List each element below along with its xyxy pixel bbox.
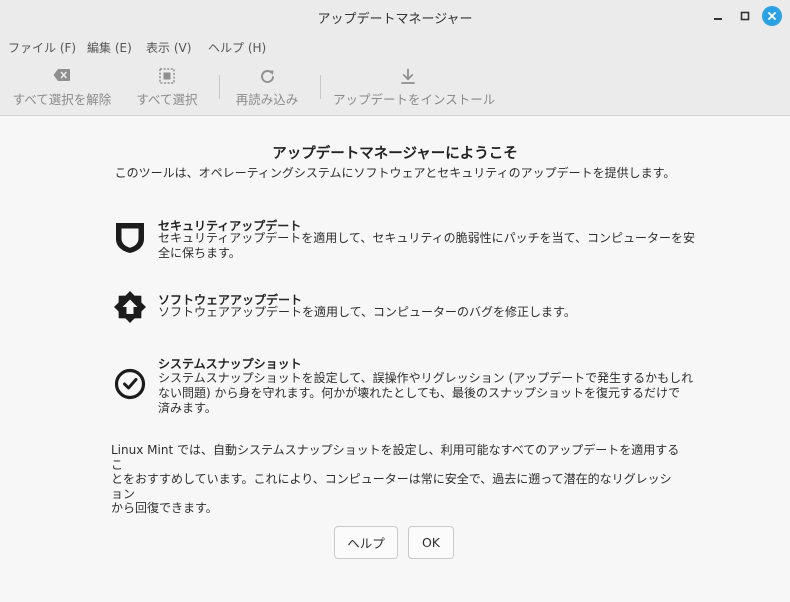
menu-edit[interactable]: 編集 (E) (87, 39, 132, 56)
menu-help[interactable]: ヘルプ (H) (208, 39, 266, 56)
menu-file[interactable]: ファイル (F) (8, 39, 76, 56)
security-updates-description: セキュリティアップデートを適用して、セキュリティの脆弱性にパッチを当て、コンピュ… (158, 231, 698, 261)
ok-button[interactable]: OK (408, 526, 454, 559)
description-line: ない問題) から身を守れます。何かが壊れたとしても、最後のスナップショットを復元… (158, 386, 680, 400)
close-icon (768, 12, 776, 20)
description-line: ソフトウェアアップデートを適用して、コンピューターのバグを修正します。 (158, 305, 576, 319)
snapshots-title: システムスナップショット (158, 357, 302, 371)
refresh-label: 再読み込み (235, 92, 299, 107)
clock-icon (113, 367, 147, 401)
toolbar-separator (320, 75, 321, 99)
description-line: システムスナップショットを設定して、誤操作やリグレッション (アップデートで発生… (158, 371, 694, 385)
title-bar: アップデートマネージャー (0, 0, 790, 32)
maximize-button[interactable] (735, 6, 755, 26)
window-header: アップデートマネージャー ファイル (F) 編集 (E) 表示 (V) ヘルプ … (0, 0, 790, 116)
snapshots-description: システムスナップショットを設定して、誤操作やリグレッション (アップデートで発生… (158, 371, 698, 416)
maximize-icon (740, 11, 750, 21)
minimize-button[interactable] (708, 6, 728, 26)
clear-selection-label: すべて選択を解除 (12, 92, 112, 107)
recommendation-line: Linux Mint では、自動システムスナップショットを設定し、利用可能なすべ… (111, 443, 680, 472)
badge-up-icon (113, 290, 147, 324)
toolbar-separator (219, 75, 220, 99)
download-icon (401, 68, 415, 84)
help-button[interactable]: ヘルプ (334, 526, 398, 559)
description-line: セキュリティアップデートを適用して、セキュリティの脆弱性にパッチを当て、コンピュ… (158, 231, 696, 245)
recommendation-line: から回復できます。 (111, 501, 218, 515)
refresh-icon (260, 70, 274, 83)
description-line: 済みます。 (158, 401, 217, 415)
shield-icon (113, 220, 147, 254)
install-updates-label: アップデートをインストール (333, 92, 496, 107)
welcome-subtitle: このツールは、オペレーティングシステムにソフトウェアとセキュリティのアップデート… (114, 166, 676, 180)
install-updates-button[interactable]: アップデートをインストール (333, 66, 496, 107)
window-title: アップデートマネージャー (317, 12, 473, 27)
refresh-button[interactable]: 再読み込み (232, 66, 302, 107)
welcome-title: アップデートマネージャーにようこそ (272, 146, 518, 162)
menu-view[interactable]: 表示 (V) (146, 39, 191, 56)
software-updates-description: ソフトウェアアップデートを適用して、コンピューターのバグを修正します。 (158, 305, 698, 320)
backspace-icon (53, 69, 70, 81)
select-all-button[interactable]: すべて選択 (132, 66, 202, 107)
select-all-label: すべて選択 (136, 92, 198, 107)
recommendation-text: Linux Mint では、自動システムスナップショットを設定し、利用可能なすべ… (111, 443, 681, 516)
close-button[interactable] (762, 6, 782, 26)
recommendation-line: とをおすすめしています。これにより、コンピューターは常に安全で、過去に遡って潜在… (111, 472, 672, 501)
minimize-icon (714, 18, 722, 20)
description-line: 全に保ちます。 (158, 246, 241, 260)
clear-selection-button[interactable]: すべて選択を解除 (8, 66, 116, 107)
select-all-icon (159, 68, 175, 84)
